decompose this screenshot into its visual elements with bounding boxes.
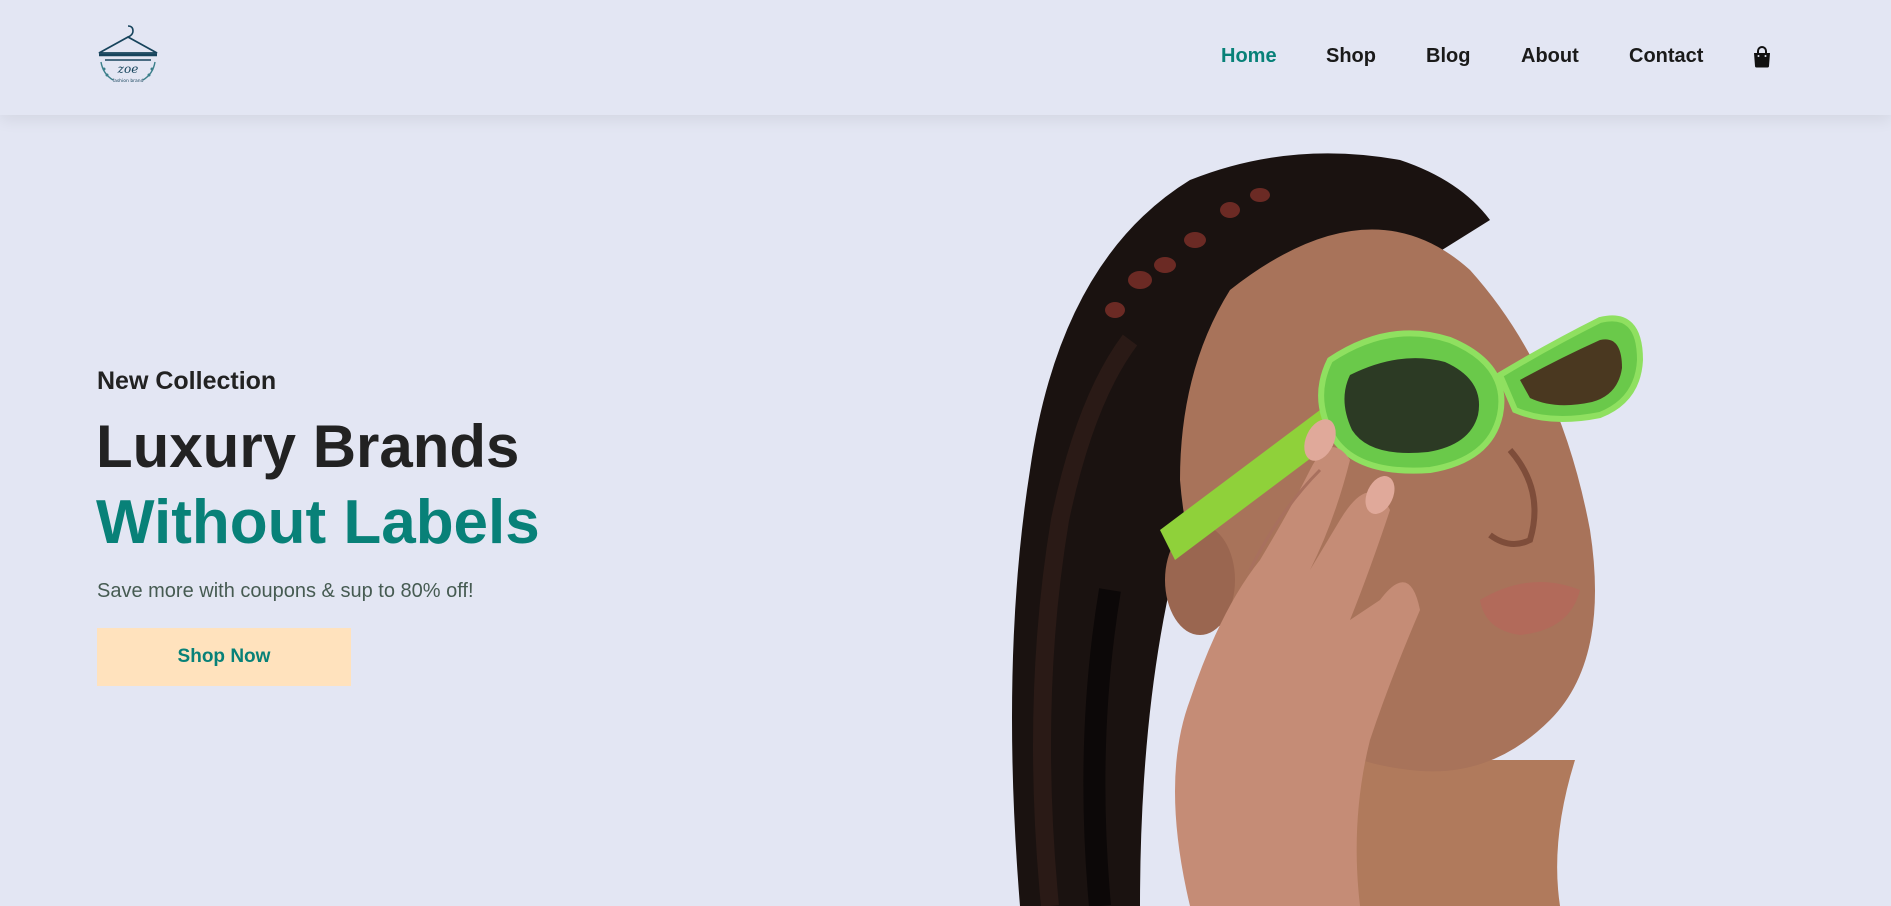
hero-title-line1: Luxury Brands: [96, 413, 520, 480]
cart-button[interactable]: [1752, 46, 1772, 68]
nav-home[interactable]: Home: [1221, 45, 1277, 68]
brand-logo[interactable]: zoe fashion brand: [95, 22, 161, 88]
shopping-bag-icon: [1754, 46, 1770, 68]
hero-subtitle: Save more with coupons & sup to 80% off!: [97, 580, 474, 602]
hero-title-line2: Without Labels: [96, 488, 540, 557]
logo-text: zoe: [117, 62, 139, 76]
hero-model-image: [1012, 153, 1644, 906]
hero-kicker: New Collection: [97, 367, 277, 395]
nav-shop[interactable]: Shop: [1326, 45, 1376, 68]
logo-tagline: fashion brand: [113, 78, 144, 84]
site-header: zoe fashion brand Home Shop Blog About C…: [0, 0, 1891, 115]
nav-about[interactable]: About: [1521, 45, 1579, 68]
nav-contact[interactable]: Contact: [1629, 45, 1703, 68]
shop-now-button[interactable]: Shop Now: [97, 628, 351, 686]
hanger-logo-icon: zoe fashion brand: [98, 25, 158, 84]
nav-blog[interactable]: Blog: [1426, 45, 1470, 68]
